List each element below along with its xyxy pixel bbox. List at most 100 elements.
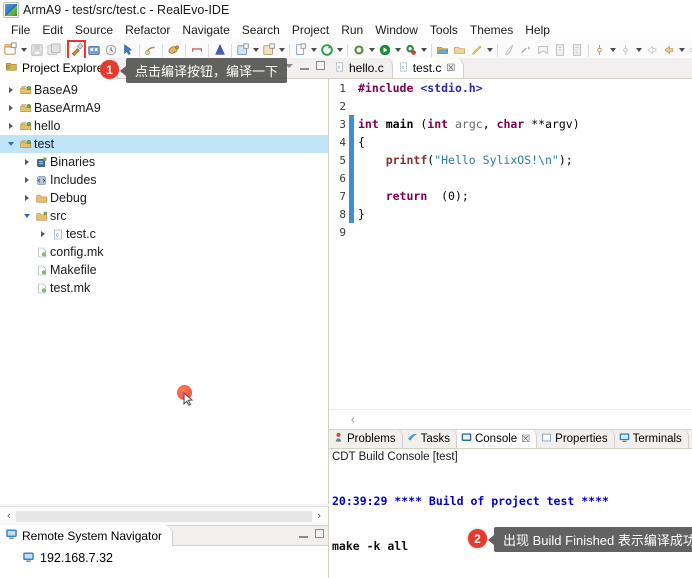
tab-console[interactable]: Console ☒ bbox=[456, 430, 538, 448]
tree-item-baseA9[interactable]: BaseA9 bbox=[0, 81, 328, 99]
tree-item-makefile[interactable]: Makefile bbox=[0, 261, 328, 279]
tree-item-test-mk[interactable]: test.mk bbox=[0, 279, 328, 297]
maximize-icon[interactable] bbox=[315, 529, 324, 538]
tab-remote-system-navigator[interactable]: Remote System Navigator bbox=[0, 525, 174, 546]
menu-item-tools[interactable]: Tools bbox=[424, 22, 464, 38]
open-element-icon[interactable] bbox=[142, 41, 159, 59]
previous-edit-dropdown-icon[interactable] bbox=[634, 41, 643, 59]
tree-item-test-c[interactable]: c test.c bbox=[0, 225, 328, 243]
run-dropdown-icon[interactable] bbox=[393, 41, 402, 59]
console-output[interactable]: 20:39:29 **** Build of project test ****… bbox=[329, 464, 692, 578]
pointer-select-icon[interactable] bbox=[119, 41, 136, 59]
debug-dropdown-icon[interactable] bbox=[419, 41, 428, 59]
twisty-icon[interactable] bbox=[4, 105, 17, 111]
remote-host-item[interactable]: 192.168.7.32 bbox=[22, 549, 328, 567]
tab-hello-c[interactable]: c hello.c bbox=[329, 58, 393, 78]
run-icon[interactable] bbox=[376, 41, 393, 59]
refresh-dropdown-icon[interactable] bbox=[335, 41, 344, 59]
menu-item-project[interactable]: Project bbox=[286, 22, 335, 38]
maximize-icon[interactable] bbox=[316, 61, 325, 70]
analysis-icon[interactable] bbox=[211, 41, 228, 59]
menu-item-window[interactable]: Window bbox=[369, 22, 424, 38]
last-edit-location-icon[interactable] bbox=[591, 41, 608, 59]
tree-item-includes[interactable]: Includes bbox=[0, 171, 328, 189]
menu-item-edit[interactable]: Edit bbox=[36, 22, 69, 38]
build-hammer-icon[interactable] bbox=[67, 39, 86, 60]
back-nav-icon[interactable] bbox=[643, 41, 660, 59]
editor-hscrollbar[interactable]: ‹ bbox=[329, 409, 692, 429]
new-wizard-icon[interactable] bbox=[2, 41, 19, 59]
project-tree[interactable]: BaseA9 BaseArmA9 hello test Binaries Inc… bbox=[0, 79, 329, 504]
open-perspective-icon[interactable] bbox=[434, 41, 451, 59]
close-icon[interactable]: ☒ bbox=[446, 63, 455, 74]
clock-history-icon[interactable] bbox=[102, 41, 119, 59]
minimize-icon[interactable] bbox=[299, 530, 308, 538]
new-wizard-dropdown-icon[interactable] bbox=[19, 41, 28, 59]
twisty-icon[interactable] bbox=[20, 214, 33, 218]
project-explorer-hscrollbar[interactable]: ‹ › bbox=[0, 506, 329, 525]
tree-item-baseArmA9[interactable]: BaseArmA9 bbox=[0, 99, 328, 117]
new-c-class-dropdown-icon[interactable] bbox=[277, 41, 286, 59]
twisty-icon[interactable] bbox=[20, 195, 33, 201]
show-whitespace-icon[interactable] bbox=[551, 41, 568, 59]
tab-terminals[interactable]: Terminals bbox=[614, 430, 689, 448]
highlight-pen-icon[interactable] bbox=[468, 41, 485, 59]
menu-item-run[interactable]: Run bbox=[335, 22, 369, 38]
twisty-icon[interactable] bbox=[20, 177, 33, 183]
save-all-icon[interactable] bbox=[45, 41, 62, 59]
toggle-mark-icon[interactable] bbox=[534, 41, 551, 59]
last-edit-dropdown-icon[interactable] bbox=[608, 41, 617, 59]
next-nav-icon[interactable] bbox=[686, 41, 692, 59]
code-editor[interactable]: 1 #include <stdio.h> 2 3 int main (int a… bbox=[329, 79, 692, 409]
new-c-project-icon[interactable] bbox=[234, 41, 251, 59]
new-file-dropdown-icon[interactable] bbox=[309, 41, 318, 59]
tab-test-c[interactable]: c test.c ☒ bbox=[392, 58, 465, 78]
menu-item-source[interactable]: Source bbox=[69, 22, 119, 38]
twisty-icon[interactable] bbox=[20, 159, 33, 165]
forward-nav-dropdown-icon[interactable] bbox=[677, 41, 686, 59]
twisty-icon[interactable] bbox=[4, 142, 17, 146]
forward-nav-icon[interactable] bbox=[660, 41, 677, 59]
twisty-icon[interactable] bbox=[36, 231, 49, 237]
tree-item-hello[interactable]: hello bbox=[0, 117, 328, 135]
menu-item-refactor[interactable]: Refactor bbox=[119, 22, 176, 38]
tree-item-test[interactable]: test bbox=[0, 135, 328, 153]
twisty-icon[interactable] bbox=[4, 123, 17, 129]
tab-tasks[interactable]: Tasks bbox=[402, 430, 457, 448]
new-c-project-dropdown-icon[interactable] bbox=[251, 41, 260, 59]
show-source-icon[interactable] bbox=[568, 41, 585, 59]
scroll-left-icon[interactable]: ‹ bbox=[2, 510, 16, 522]
toggle-block-icon[interactable] bbox=[188, 41, 205, 59]
minimize-icon[interactable] bbox=[300, 62, 309, 70]
remote-system-navigator-tree[interactable]: 192.168.7.32 bbox=[0, 546, 328, 567]
twisty-icon[interactable] bbox=[4, 87, 17, 93]
tab-problems[interactable]: Problems bbox=[329, 430, 403, 448]
tab-properties[interactable]: Properties bbox=[537, 430, 615, 448]
open-folder-icon[interactable] bbox=[451, 41, 468, 59]
build-all-icon[interactable] bbox=[85, 41, 102, 59]
menu-item-themes[interactable]: Themes bbox=[464, 22, 519, 38]
previous-annotation-icon[interactable] bbox=[517, 41, 534, 59]
save-icon[interactable] bbox=[28, 41, 45, 59]
next-annotation-icon[interactable] bbox=[500, 41, 517, 59]
highlight-dropdown-icon[interactable] bbox=[485, 41, 494, 59]
menu-item-navigate[interactable]: Navigate bbox=[176, 22, 235, 38]
scroll-right-icon[interactable]: › bbox=[312, 510, 326, 522]
tree-item-src[interactable]: src bbox=[0, 207, 328, 225]
tree-item-config-mk[interactable]: config.mk bbox=[0, 243, 328, 261]
refresh-green-icon[interactable] bbox=[318, 41, 335, 59]
external-tools-icon[interactable] bbox=[350, 41, 367, 59]
debug-icon[interactable] bbox=[402, 41, 419, 59]
external-tools-dropdown-icon[interactable] bbox=[367, 41, 376, 59]
scroll-left-icon[interactable]: ‹ bbox=[351, 414, 355, 426]
tree-item-binaries[interactable]: Binaries bbox=[0, 153, 328, 171]
scroll-track[interactable] bbox=[16, 510, 312, 522]
new-file-icon[interactable] bbox=[292, 41, 309, 59]
previous-edit-icon[interactable] bbox=[617, 41, 634, 59]
menu-item-file[interactable]: File bbox=[5, 22, 36, 38]
new-c-class-icon[interactable] bbox=[260, 41, 277, 59]
menu-item-search[interactable]: Search bbox=[236, 22, 286, 38]
tree-item-debug[interactable]: Debug bbox=[0, 189, 328, 207]
menu-item-help[interactable]: Help bbox=[519, 22, 556, 38]
close-icon[interactable]: ☒ bbox=[521, 434, 530, 445]
